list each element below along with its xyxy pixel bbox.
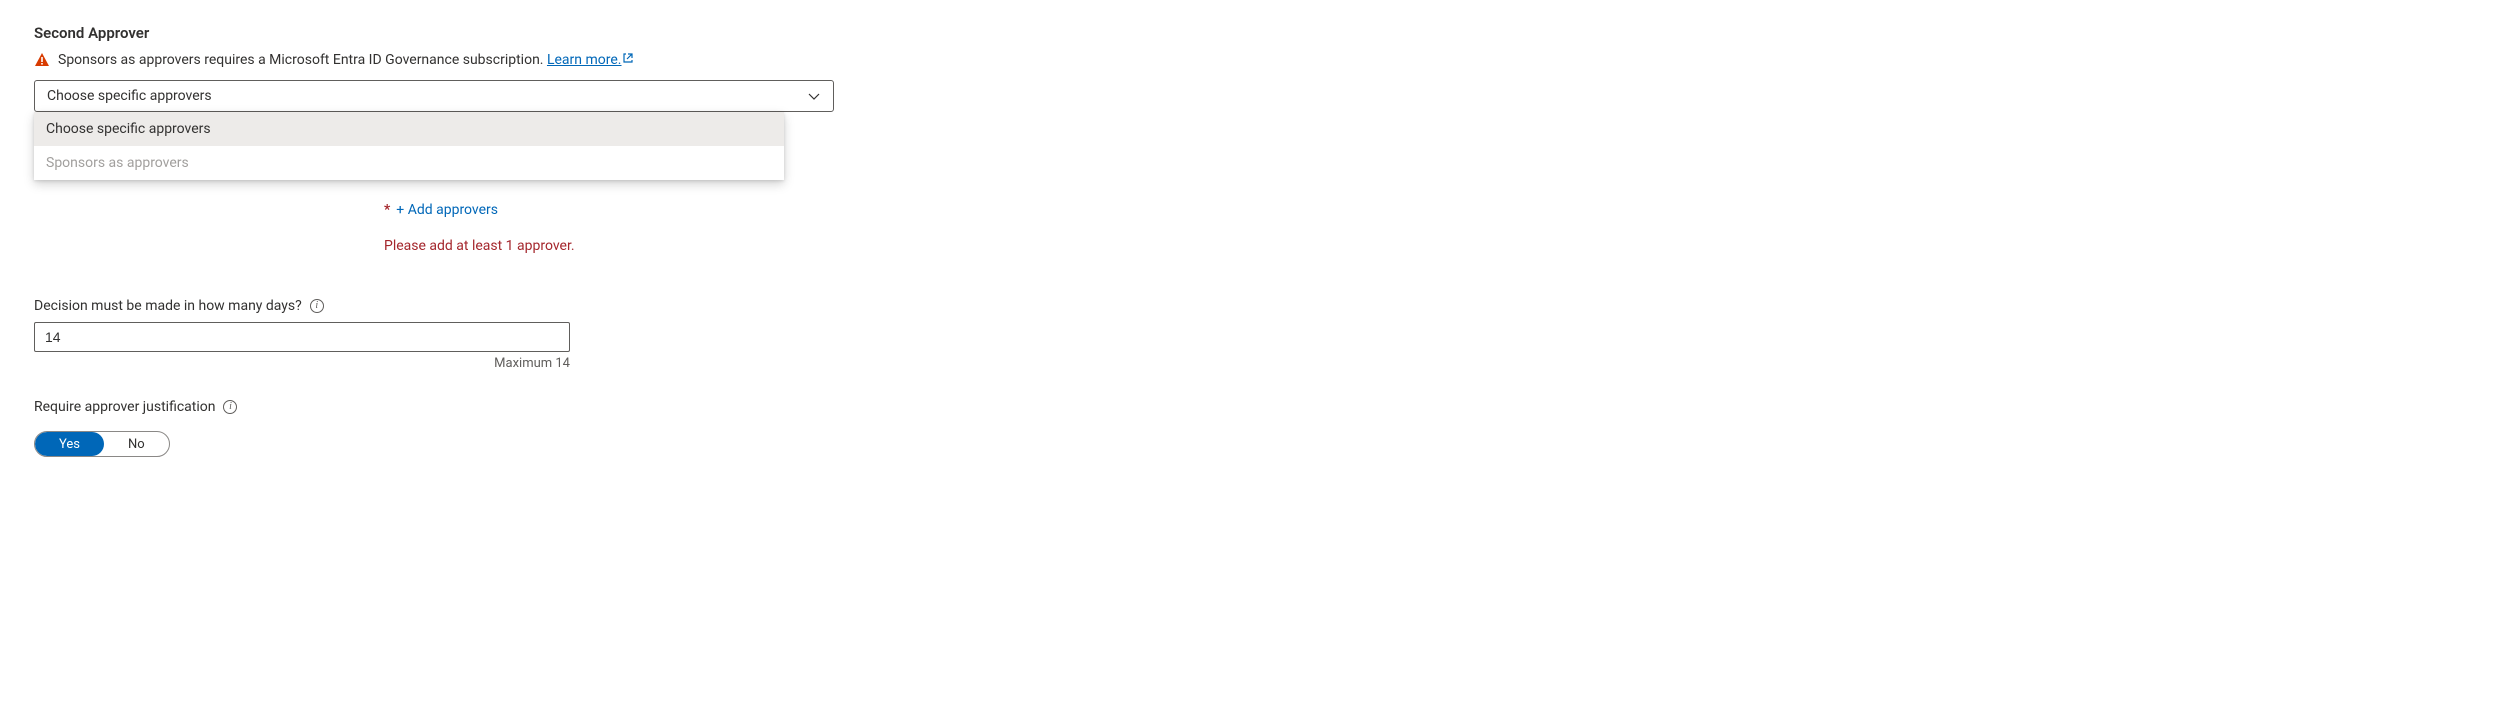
toggle-yes[interactable]: Yes — [35, 432, 104, 456]
toggle-no[interactable]: No — [104, 432, 169, 456]
decision-days-input[interactable] — [34, 322, 570, 352]
required-asterisk: * — [384, 202, 390, 218]
approver-type-dropdown-container: Choose specific approvers Choose specifi… — [34, 80, 834, 112]
approver-error-text: Please add at least 1 approver. — [384, 238, 2482, 254]
add-approvers-line: * + Add approvers — [384, 202, 2482, 218]
require-justification-field: Require approver justification i Yes No — [34, 399, 2482, 457]
info-icon[interactable]: i — [310, 299, 324, 313]
chevron-down-icon — [807, 89, 821, 103]
warning-text: Sponsors as approvers requires a Microso… — [58, 52, 634, 68]
require-justification-toggle: Yes No — [34, 431, 170, 457]
add-approvers-area: * + Add approvers Please add at least 1 … — [384, 202, 2482, 254]
warning-icon — [34, 52, 50, 68]
warning-message: Sponsors as approvers requires a Microso… — [58, 52, 547, 68]
dropdown-option-specific[interactable]: Choose specific approvers — [34, 112, 784, 146]
section-title: Second Approver — [34, 24, 2482, 42]
learn-more-link[interactable]: Learn more. — [547, 52, 634, 68]
info-icon[interactable]: i — [223, 400, 237, 414]
sponsors-warning: Sponsors as approvers requires a Microso… — [34, 52, 2482, 68]
require-justification-label: Require approver justification — [34, 399, 215, 415]
approver-type-dropdown-list: Choose specific approvers Sponsors as ap… — [34, 112, 784, 180]
dropdown-selected-value: Choose specific approvers — [47, 88, 212, 104]
add-approvers-link[interactable]: + Add approvers — [396, 202, 498, 218]
external-link-icon — [622, 52, 634, 68]
decision-days-helper: Maximum 14 — [34, 356, 570, 371]
decision-days-label: Decision must be made in how many days? — [34, 298, 302, 314]
learn-more-text: Learn more. — [547, 52, 622, 68]
decision-days-field: Decision must be made in how many days? … — [34, 298, 2482, 371]
approver-type-dropdown[interactable]: Choose specific approvers — [34, 80, 834, 112]
dropdown-option-sponsors[interactable]: Sponsors as approvers — [34, 146, 784, 180]
